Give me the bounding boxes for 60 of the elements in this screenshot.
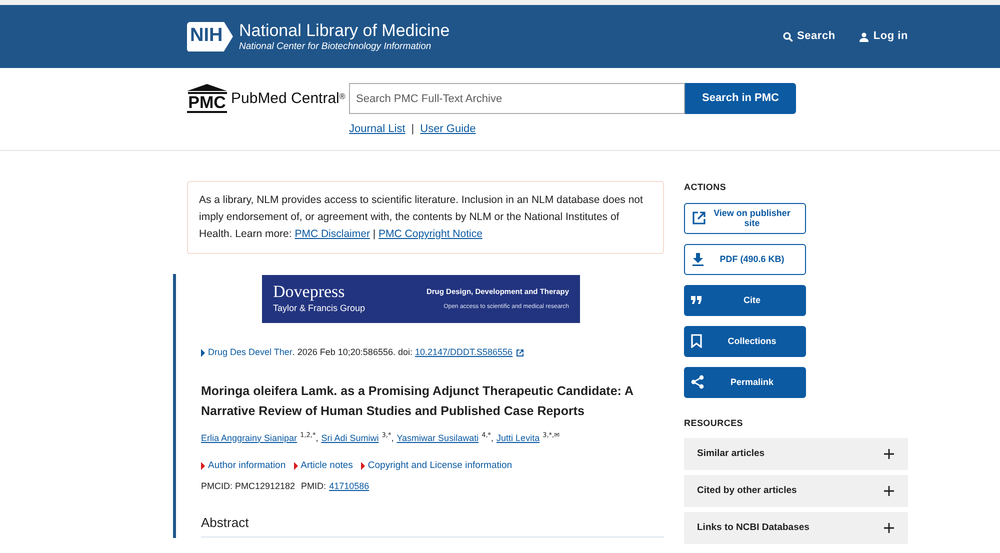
- search-field[interactable]: Search PMC Full-Text Archive: [349, 83, 685, 114]
- plus-icon: [884, 523, 894, 533]
- login-link[interactable]: Log in: [859, 28, 908, 45]
- triangle-icon: [201, 348, 205, 357]
- triangle-icon: [201, 462, 205, 470]
- pmc-logo[interactable]: PMC: [187, 84, 227, 112]
- action-button[interactable]: Cite: [684, 284, 806, 316]
- accordion-item[interactable]: Cited by other articles: [684, 475, 908, 507]
- author-link[interactable]: Sri Adi Sumiwi: [321, 432, 379, 444]
- quote-icon: [691, 296, 702, 304]
- pmcid-text: PMCID: PMC12912182: [201, 480, 296, 493]
- section-heading: ACTIONS: [684, 181, 728, 194]
- author-link[interactable]: Yasmiwar Susilawati: [396, 432, 479, 444]
- search-icon: [783, 32, 794, 42]
- site-subtitle: National Center for Biotechnology Information: [239, 41, 432, 54]
- comma: ,: [491, 432, 494, 444]
- triangle-icon: [294, 462, 298, 470]
- nav-link[interactable]: Journal List: [349, 121, 406, 138]
- section-heading: RESOURCES: [684, 416, 744, 430]
- pmid-label: PMID:: [301, 480, 326, 493]
- toggle-link[interactable]: Copyright and License information: [368, 458, 512, 473]
- download-icon: [692, 252, 704, 266]
- external-link-icon: [516, 348, 524, 357]
- brand-group: Taylor & Francis Group: [273, 302, 366, 316]
- pmid-link[interactable]: 41710586: [329, 480, 370, 494]
- section-heading: Abstract: [201, 514, 250, 532]
- brand-name: Dovepress: [273, 282, 346, 300]
- disclaimer-link[interactable]: PMC Disclaimer: [294, 228, 370, 240]
- search-link[interactable]: Search: [783, 28, 836, 45]
- accordion-item[interactable]: Similar articles: [684, 438, 908, 470]
- doi-link[interactable]: 10.2147/DDDT.S586556: [414, 346, 513, 360]
- separator: |: [411, 122, 414, 137]
- pubmed-central-name: PubMed Central$^{®}$: [231, 89, 346, 109]
- triangle-icon: [360, 462, 365, 470]
- nav-link[interactable]: User Guide: [420, 121, 476, 138]
- plus-icon: [884, 486, 894, 496]
- action-button[interactable]: View on publisher site: [684, 202, 806, 234]
- article-title: Moringa oleifera Lamk. as a Promising Adjunct Therapeutic Candidate: A Narrative Review of Human Studies and Published Case Reports: [201, 382, 634, 420]
- action-button[interactable]: Collections: [684, 326, 806, 356]
- toggle-link[interactable]: Article notes: [300, 458, 353, 473]
- author-link[interactable]: Jutti Levita: [496, 432, 540, 444]
- search-button[interactable]: Search in PMC: [685, 83, 796, 114]
- bookmark-icon: [691, 334, 702, 348]
- accordion-item[interactable]: Links to NCBI Databases: [684, 512, 908, 544]
- share-icon: [691, 375, 704, 389]
- citation-details: . 2026 Feb 10;20:586556. doi:: [292, 346, 414, 359]
- site-title: National Library of Medicine: [239, 20, 450, 42]
- comma: ,: [316, 432, 318, 444]
- person-icon: [859, 32, 870, 42]
- journal-link[interactable]: Drug Des Devel Ther: [208, 346, 292, 360]
- disclaimer-link[interactable]: PMC Copyright Notice: [378, 228, 482, 240]
- action-button[interactable]: Permalink: [684, 366, 806, 398]
- action-button[interactable]: PDF (490.6 KB): [684, 244, 806, 274]
- external-link-icon: [692, 211, 706, 225]
- author-link[interactable]: Erlia Anggrainy Sianipar: [201, 432, 298, 444]
- disclaimer-text: As a library, NLM provides access to scientific literature. Inclusion in an NLM database does not imply endorsement of, or agreement with, the contents by NLM or the National Institutes of Health. Learn more: PMC Disclaimer | PMC Copyright Notice: [199, 193, 644, 242]
- toggle-link[interactable]: Author information: [208, 458, 286, 473]
- comma: ,: [391, 432, 394, 444]
- plus-icon: [884, 449, 894, 459]
- nih-logo[interactable]: NIH: [187, 22, 233, 52]
